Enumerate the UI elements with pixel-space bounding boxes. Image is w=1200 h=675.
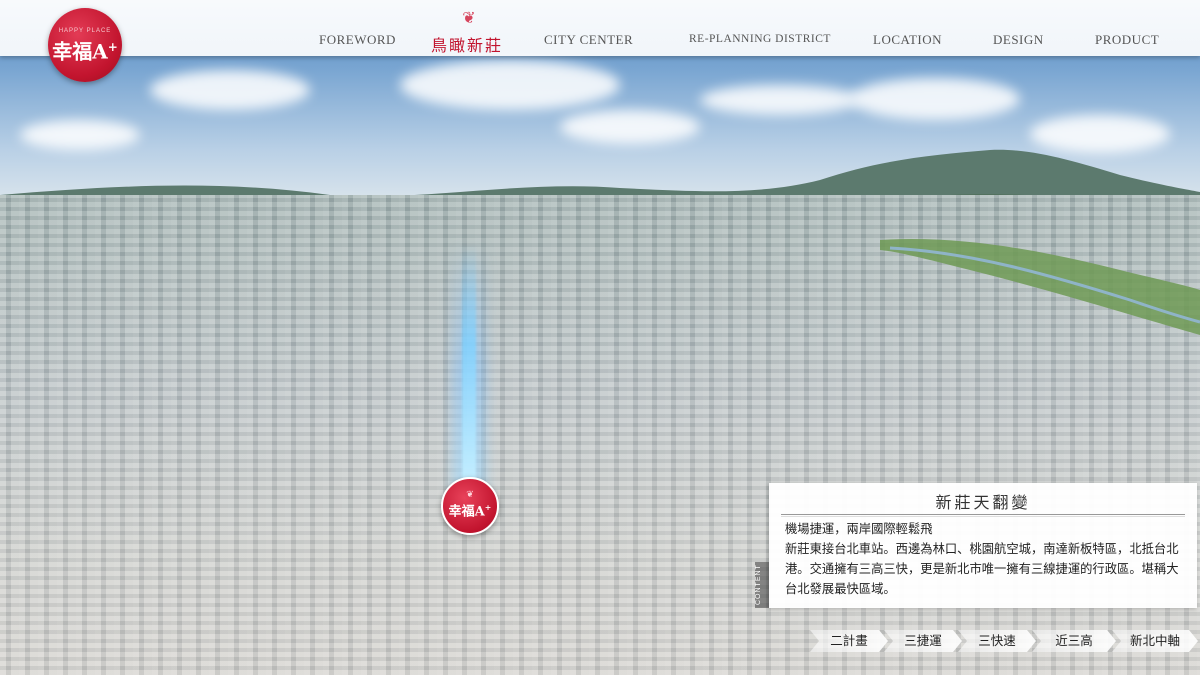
site-location-marker[interactable]: ❦ 幸福A+ — [441, 477, 499, 535]
ribbon-icon: ❦ — [462, 8, 476, 27]
panel-title: 新莊天翻變 — [935, 493, 1031, 512]
subtab-two-plans[interactable]: 二計畫 — [810, 630, 888, 652]
logo-text: 幸福A+ — [52, 39, 118, 64]
river-park — [880, 239, 1200, 335]
subtab-near-three-highways[interactable]: 近三高 — [1032, 630, 1116, 652]
main-nav: FOREWORD ❦ 鳥瞰新莊 CITY CENTER RE-PLANNING … — [0, 0, 1200, 56]
nav-foreword[interactable]: FOREWORD — [319, 32, 396, 48]
cloud — [150, 70, 310, 110]
cloud — [560, 110, 700, 144]
subtab-new-taipei-axis[interactable]: 新北中軸 — [1112, 630, 1198, 652]
cloud — [700, 85, 860, 115]
divider — [781, 514, 1185, 515]
nav-aerial-xinzhuang[interactable]: 鳥瞰新莊 — [431, 32, 503, 56]
nav-city-center[interactable]: CITY CENTER — [544, 32, 633, 48]
sub-tabs: 二計畫 三捷運 三快速 近三高 新北中軸 — [810, 630, 1200, 652]
ribbon-icon: ❦ — [466, 490, 474, 501]
cloud — [850, 78, 1020, 120]
top-navigation-bar: FOREWORD ❦ 鳥瞰新莊 CITY CENTER RE-PLANNING … — [0, 0, 1200, 56]
nav-product[interactable]: PRODUCT — [1095, 32, 1159, 48]
nav-re-planning-district[interactable]: RE-PLANNING DISTRICT — [689, 33, 831, 45]
logo-tagline: HAPPY PLACE — [58, 27, 112, 34]
panel-description: 新莊東接台北車站。西邊為林口、桃園航空城，南達新板特區，北抵台北港。交通擁有三高… — [785, 542, 1179, 596]
divider — [781, 516, 1185, 517]
content-panel: 新莊天翻變 機場捷運，兩岸國際輕鬆飛 新莊東接台北車站。西邊為林口、桃園航空城，… — [769, 483, 1197, 608]
subtab-three-mrt[interactable]: 三捷運 — [884, 630, 962, 652]
cloud — [400, 60, 620, 110]
subtab-three-expressways[interactable]: 三快速 — [958, 630, 1036, 652]
panel-body: 機場捷運，兩岸國際輕鬆飛 新莊東接台北車站。西邊為林口、桃園航空城，南達新板特區… — [785, 519, 1187, 599]
panel-lead: 機場捷運，兩岸國際輕鬆飛 — [785, 522, 933, 536]
nav-location[interactable]: LOCATION — [873, 32, 942, 48]
nav-design[interactable]: DESIGN — [993, 32, 1044, 48]
brand-logo[interactable]: HAPPY PLACE 幸福A+ — [48, 8, 122, 82]
location-beam — [462, 245, 476, 495]
marker-label: 幸福A+ — [448, 503, 492, 520]
content-tab-label[interactable]: CONTENT — [755, 562, 769, 608]
